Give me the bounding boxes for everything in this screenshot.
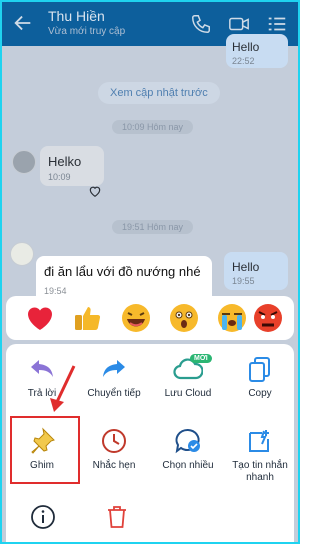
date-separator: 10:09 Hôm nay xyxy=(112,120,194,134)
message-text: đi ăn lẩu với đồ nướng nhé xyxy=(44,264,201,279)
info-icon[interactable] xyxy=(30,504,56,530)
message-bubble[interactable]: Helko 10:09 xyxy=(40,146,104,186)
message-time: 19:55 xyxy=(232,276,255,286)
message-text: Helko xyxy=(48,154,82,169)
phone-icon[interactable] xyxy=(190,13,212,35)
multi-select-label: Chọn nhiều xyxy=(162,460,214,471)
surprised-emoji-icon[interactable] xyxy=(168,302,200,334)
red-arrow-icon xyxy=(50,365,76,412)
avatar[interactable] xyxy=(10,242,34,266)
video-call-icon[interactable] xyxy=(228,13,250,35)
forward-label: Chuyển tiếp xyxy=(87,388,141,399)
app-frame: Thu Hiền Vừa mới truy cập Hello 22:52 Xe… xyxy=(0,0,300,544)
trash-icon[interactable] xyxy=(104,504,130,530)
forward-action[interactable]: Chuyển tiếp xyxy=(78,354,150,400)
remind-action[interactable]: Nhắc hẹn xyxy=(78,426,150,472)
remind-label: Nhắc hẹn xyxy=(92,460,136,471)
heart-outline-icon[interactable] xyxy=(88,184,102,198)
copy-label: Copy xyxy=(248,388,272,399)
save-cloud-action[interactable]: MỚI Lưu Cloud xyxy=(152,354,224,400)
avatar[interactable] xyxy=(12,150,36,174)
quick-message-action[interactable]: Tạo tin nhắn nhanh xyxy=(224,426,296,484)
copy-action[interactable]: Copy xyxy=(224,354,296,400)
heart-emoji-icon[interactable] xyxy=(24,302,56,334)
date-separator: 19:51 Hôm nay xyxy=(112,220,194,234)
contact-status: Vừa mới truy cập xyxy=(48,26,126,37)
multi-select-action[interactable]: Chọn nhiều xyxy=(152,426,224,472)
laugh-emoji-icon[interactable] xyxy=(120,302,152,334)
clock-icon xyxy=(102,429,126,453)
message-text: Hello xyxy=(232,40,260,54)
load-previous-link[interactable]: Xem cập nhật trước xyxy=(98,82,220,104)
new-badge: MỚI xyxy=(190,354,212,363)
quick-message-icon xyxy=(249,430,269,452)
reaction-bar xyxy=(6,296,294,340)
message-time: 10:09 xyxy=(48,172,71,182)
message-bubble[interactable]: Hello 22:52 xyxy=(226,34,288,68)
forward-icon xyxy=(103,360,125,377)
thumbs-up-emoji-icon[interactable] xyxy=(72,302,104,334)
contact-name[interactable]: Thu Hiền xyxy=(48,8,105,24)
pin-label: Ghim xyxy=(30,460,54,471)
back-arrow-icon[interactable] xyxy=(12,12,34,34)
pin-action[interactable]: Ghim xyxy=(6,426,78,472)
quick-message-label: Tạo tin nhắn nhanh xyxy=(232,460,288,483)
crying-emoji-icon[interactable] xyxy=(216,302,248,334)
menu-list-icon[interactable] xyxy=(266,13,288,35)
chat-check-icon xyxy=(175,428,200,454)
message-bubble[interactable]: Hello 19:55 xyxy=(224,252,288,290)
message-time: 22:52 xyxy=(232,56,255,66)
save-cloud-label: Lưu Cloud xyxy=(164,388,212,399)
message-text: Hello xyxy=(232,260,260,274)
message-time: 19:54 xyxy=(44,286,67,296)
angry-emoji-icon[interactable] xyxy=(252,302,284,334)
pin-icon xyxy=(31,427,55,454)
copy-icon xyxy=(249,357,270,382)
